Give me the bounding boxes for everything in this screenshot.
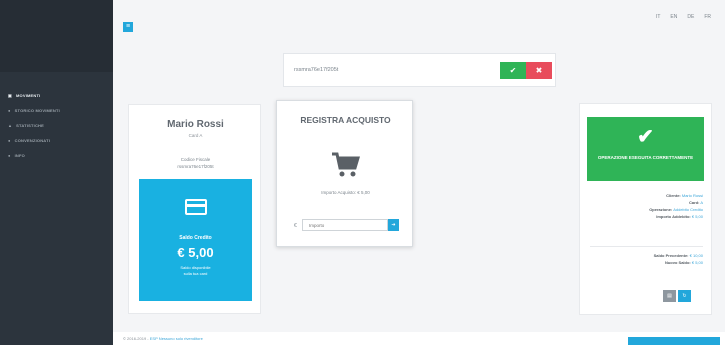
check-icon: ✔ [637,126,654,148]
sidebar-item-label: STATISTICHE [16,123,45,128]
currency-label: € [294,223,297,229]
register-text: Importo Acquisto: € 5,00 [321,190,370,195]
balance-line: Nuovo Saldo: € 5,00 [664,260,703,265]
fiscal-code-label: Codice Fiscale [180,157,211,162]
confirm-button[interactable]: ✔ [500,62,526,79]
operation-details: Cliente: Mario Rossi Card: A Operazione:… [580,192,703,220]
sidebar-item-info[interactable]: ● INFO [0,148,113,163]
credit-note: Saldo disponibile sulla tua card [180,265,211,276]
print-button[interactable]: ▤ [663,290,676,302]
customer-name: Mario Rossi [167,119,224,130]
info-icon: ● [8,153,11,158]
language-fr[interactable]: FR [704,14,711,20]
sidebar-item-convenzionati[interactable]: ● CONVENZIONATI [0,133,113,148]
footer-button[interactable] [628,337,720,345]
footer: © 2016-2019 - ESP Nessuno solo rivendito… [113,332,725,345]
refresh-icon: ↻ [682,293,687,299]
top-right-menu: IT EN DE FR [656,14,711,20]
language-en[interactable]: EN [670,14,677,20]
credit-value: € 5,00 [177,245,214,260]
detail-line: Importo Addebito: € 5,00 [656,214,703,219]
sidebar-item-label: CONVENZIONATI [14,138,51,143]
search-input[interactable] [294,63,464,77]
detail-line: Operazione: Addebito Credito [649,207,703,212]
list-icon: ● [8,108,11,113]
detail-line: Cliente: Mario Rossi [666,193,703,198]
success-banner: ✔ OPERAZIONE ESEGUITA CORRETTAMENTE [587,117,704,181]
register-submit-button[interactable]: ➜ [388,219,399,231]
sidebar-item-statistiche[interactable]: ▲ STATISTICHE [0,118,113,133]
footer-text: © 2016-2019 - ESP Nessuno solo rivendito… [123,336,203,341]
register-purchase-card: REGISTRA ACQUISTO Importo Acquisto: € 5,… [276,100,413,247]
hamburger-icon: ≡ [125,23,131,30]
amount-input[interactable] [302,219,388,231]
new-operation-button[interactable]: ↻ [678,290,691,302]
register-title: REGISTRA ACQUISTO [300,115,391,125]
credit-card-icon [185,199,207,215]
balance-line: Saldo Precedente: € 10,00 [653,253,703,258]
menu-toggle-button[interactable]: ≡ [123,22,133,32]
divider [590,246,703,247]
users-icon: ● [8,138,11,143]
footer-link[interactable]: ESP Nessuno solo rivenditore [150,336,203,341]
shopping-cart-icon [332,152,360,177]
customer-card: Mario Rossi Card A Codice Fiscale rssmra… [128,104,261,314]
credit-label: Saldo Credito [179,235,212,241]
chart-icon: ▲ [8,123,13,128]
language-it[interactable]: IT [656,14,660,20]
sidebar-item-label: STORICO MOVIMENTI [14,108,60,113]
check-icon: ✔ [509,66,517,75]
fiscal-code-value: rssmra76e17f205t [177,164,214,169]
language-de[interactable]: DE [687,14,694,20]
cancel-button[interactable]: ✖ [526,62,552,79]
sidebar-item-storico[interactable]: ● STORICO MOVIMENTI [0,103,113,118]
detail-line: Card: A [688,200,703,205]
sidebar-logo-area [0,0,113,72]
sidebar-nav: ▣ MOVIMENTI ● STORICO MOVIMENTI ▲ STATIS… [0,88,113,163]
balance-details: Saldo Precedente: € 10,00 Nuovo Saldo: €… [580,252,703,266]
customer-subtitle: Card A [188,133,203,138]
sidebar-item-movimenti[interactable]: ▣ MOVIMENTI [0,88,113,103]
success-message: OPERAZIONE ESEGUITA CORRETTAMENTE [597,155,694,160]
sidebar-item-label: INFO [14,153,25,158]
result-card: ✔ OPERAZIONE ESEGUITA CORRETTAMENTE Clie… [579,103,712,315]
sidebar: ▣ MOVIMENTI ● STORICO MOVIMENTI ▲ STATIS… [0,0,113,345]
print-icon: ▤ [667,293,672,299]
arrow-right-icon: ➜ [391,222,396,228]
top-bar: ≡ IT EN DE FR [113,0,725,40]
credit-box: Saldo Credito € 5,00 Saldo disponibile s… [139,179,252,301]
sidebar-item-label: MOVIMENTI [15,93,41,98]
wallet-icon: ▣ [8,93,12,98]
close-icon: ✖ [535,66,543,75]
